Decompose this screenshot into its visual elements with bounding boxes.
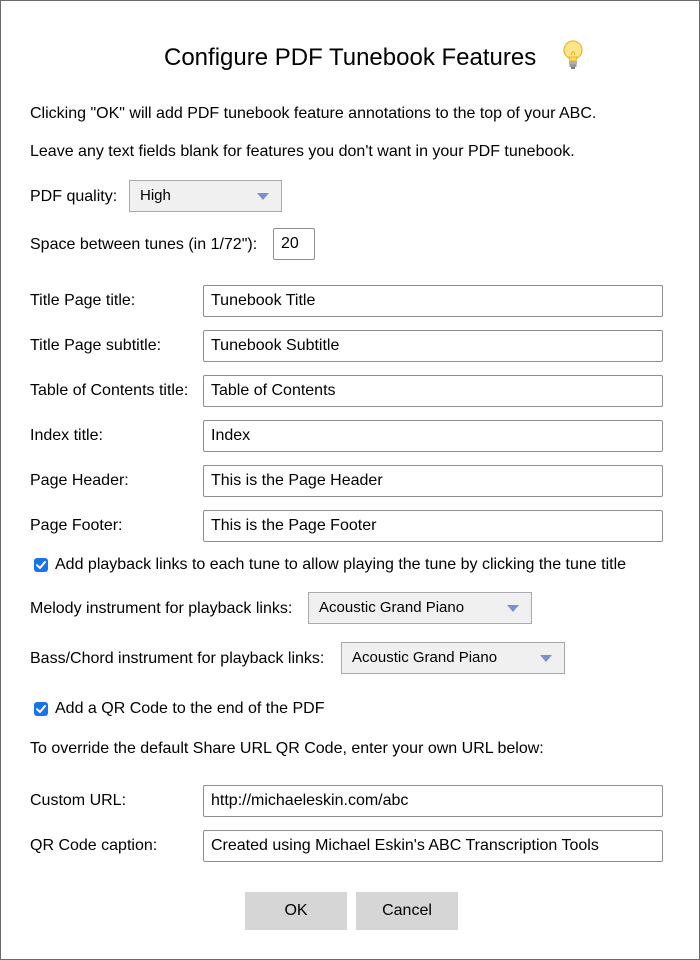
qr-code-checkbox[interactable] (34, 702, 48, 716)
playback-links-checkbox[interactable] (34, 558, 48, 572)
configure-pdf-dialog: Configure PDF Tunebook Features Clicking… (0, 0, 700, 960)
page-header-label: Page Header: (30, 472, 129, 489)
cancel-button[interactable]: Cancel (356, 892, 458, 930)
title-page-title-input[interactable] (203, 285, 663, 317)
bass-instrument-select[interactable]: Acoustic Grand Piano (341, 642, 565, 674)
custom-url-input[interactable] (203, 785, 663, 817)
index-title-label: Index title: (30, 427, 103, 444)
pdf-quality-select[interactable]: High (129, 180, 282, 212)
intro-text-1: Clicking "OK" will add PDF tunebook feat… (30, 105, 597, 122)
chevron-down-icon (257, 193, 269, 200)
spacing-input[interactable] (273, 228, 315, 260)
playback-links-label: Add playback links to each tune to allow… (55, 556, 627, 573)
toc-title-input[interactable] (203, 375, 663, 407)
custom-url-label: Custom URL: (30, 792, 127, 809)
qr-override-text: To override the default Share URL QR Cod… (30, 740, 544, 757)
chevron-down-icon (540, 655, 552, 662)
checkmark-icon (36, 705, 46, 713)
title-page-subtitle-input[interactable] (203, 330, 663, 362)
bass-instrument-value: Acoustic Grand Piano (352, 649, 498, 666)
dialog-title: Configure PDF Tunebook Features (164, 44, 537, 71)
title-page-title-label: Title Page title: (30, 292, 136, 309)
page-footer-label: Page Footer: (30, 517, 123, 534)
page-header-input[interactable] (203, 465, 663, 497)
qr-caption-label: QR Code caption: (30, 837, 158, 854)
qr-code-label: Add a QR Code to the end of the PDF (55, 700, 325, 717)
pdf-quality-label: PDF quality: (30, 188, 118, 205)
toc-title-label: Table of Contents title: (30, 382, 189, 399)
lightbulb-icon[interactable] (562, 39, 584, 73)
intro-text-2: Leave any text fields blank for features… (30, 143, 575, 160)
melody-instrument-label: Melody instrument for playback links: (30, 600, 293, 617)
qr-caption-input[interactable] (203, 830, 663, 862)
pdf-quality-value: High (140, 187, 171, 204)
ok-button[interactable]: OK (245, 892, 347, 930)
spacing-label: Space between tunes (in 1/72"): (30, 236, 258, 253)
dialog-header: Configure PDF Tunebook Features (1, 39, 700, 79)
index-title-input[interactable] (203, 420, 663, 452)
title-page-subtitle-label: Title Page subtitle: (30, 337, 162, 354)
bass-instrument-label: Bass/Chord instrument for playback links… (30, 650, 325, 667)
checkmark-icon (36, 561, 46, 569)
melody-instrument-select[interactable]: Acoustic Grand Piano (308, 592, 532, 624)
page-footer-input[interactable] (203, 510, 663, 542)
melody-instrument-value: Acoustic Grand Piano (319, 599, 465, 616)
chevron-down-icon (507, 605, 519, 612)
